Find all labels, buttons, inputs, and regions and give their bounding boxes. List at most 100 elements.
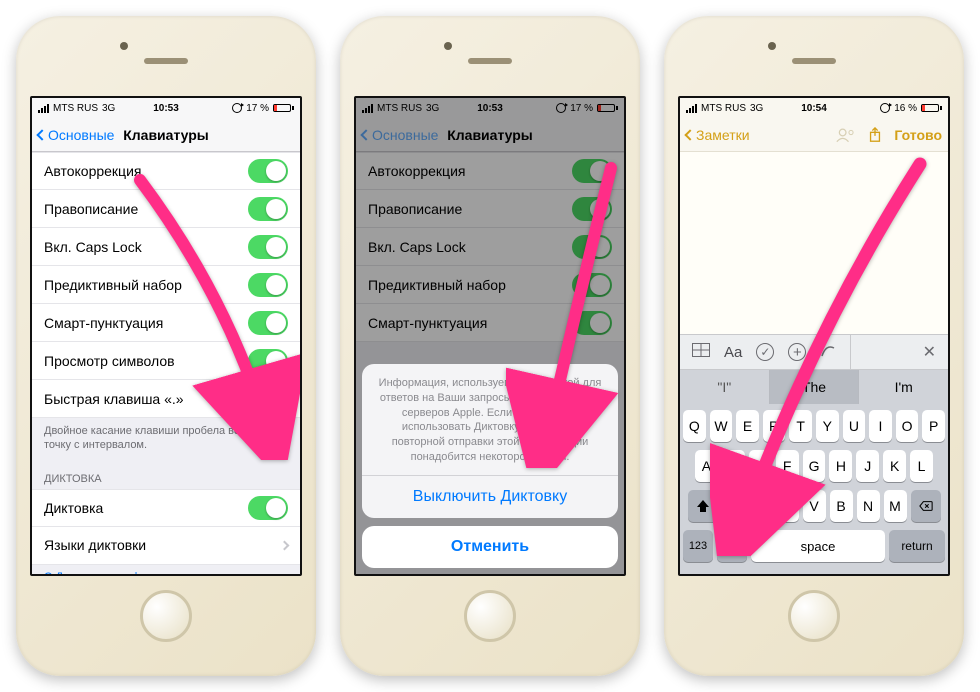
key-t[interactable]: T <box>789 410 812 442</box>
back-button[interactable]: Заметки <box>686 127 750 143</box>
key-v[interactable]: V <box>803 490 826 522</box>
settings-list[interactable]: Автокоррекция Правописание Вкл. Caps Loc… <box>32 152 300 574</box>
key-m[interactable]: M <box>884 490 907 522</box>
key-e[interactable]: E <box>736 410 759 442</box>
key-space[interactable]: space <box>751 530 885 562</box>
key-n[interactable]: N <box>857 490 880 522</box>
key-123[interactable]: 123 <box>683 530 713 562</box>
text-format-icon[interactable]: Aa <box>724 344 742 361</box>
key-row-1: Q W E R T Y U I O P <box>683 410 945 442</box>
disable-dictation-button[interactable]: Выключить Диктовку <box>362 475 618 518</box>
key-row-2: A S D F G H J K L <box>683 450 945 482</box>
phone-top <box>26 26 306 96</box>
carrier-label: MTS RUS <box>53 103 98 114</box>
predictive-bar: "I" The I'm <box>680 370 948 404</box>
speaker <box>468 58 512 64</box>
toggle-switch[interactable] <box>248 496 288 520</box>
battery-pct: 16 % <box>894 103 917 114</box>
row-spelling[interactable]: Правописание <box>32 190 300 228</box>
table-icon[interactable] <box>692 343 710 362</box>
row-label: Вкл. Caps Lock <box>44 239 142 255</box>
key-p[interactable]: P <box>922 410 945 442</box>
key-y[interactable]: Y <box>816 410 839 442</box>
key-r[interactable]: R <box>763 410 786 442</box>
key-i[interactable]: I <box>869 410 892 442</box>
checklist-icon[interactable]: ✓ <box>756 343 774 361</box>
back-label: Заметки <box>696 127 750 143</box>
back-label: Основные <box>48 127 114 143</box>
toggle-switch[interactable] <box>248 197 288 221</box>
key-z[interactable]: Z <box>722 490 745 522</box>
toggle-switch[interactable] <box>248 387 288 411</box>
predict-2[interactable]: The <box>769 370 859 404</box>
back-button[interactable]: Основные <box>38 127 114 143</box>
row-capslock[interactable]: Вкл. Caps Lock <box>32 228 300 266</box>
row-shortcut[interactable]: Быстрая клавиша «.» <box>32 380 300 418</box>
row-predictive[interactable]: Предиктивный набор <box>32 266 300 304</box>
key-return[interactable]: return <box>889 530 945 562</box>
row-dict-langs[interactable]: Языки диктовки <box>32 527 300 565</box>
phone-2: MTS RUS 3G 10:53 17 % Основные Клавиатур… <box>340 16 640 676</box>
network-label: 3G <box>750 103 763 114</box>
home-button[interactable] <box>140 590 192 642</box>
phone-top <box>674 26 954 96</box>
toggle-switch[interactable] <box>248 311 288 335</box>
done-button[interactable]: Готово <box>894 127 942 143</box>
key-b[interactable]: B <box>830 490 853 522</box>
front-camera <box>120 42 128 50</box>
cancel-button[interactable]: Отменить <box>362 526 618 568</box>
collaborate-icon[interactable] <box>836 127 856 143</box>
key-g[interactable]: G <box>803 450 826 482</box>
key-h[interactable]: H <box>829 450 852 482</box>
key-f[interactable]: F <box>776 450 799 482</box>
key-k[interactable]: K <box>883 450 906 482</box>
key-globe[interactable] <box>717 530 747 562</box>
key-c[interactable]: C <box>776 490 799 522</box>
key-q[interactable]: Q <box>683 410 706 442</box>
toggle-switch[interactable] <box>248 159 288 183</box>
privacy-link[interactable]: О Диктовке и конфиденциальности… <box>32 565 300 574</box>
key-shift[interactable] <box>688 490 718 522</box>
row-smartpunct[interactable]: Смарт-пунктуация <box>32 304 300 342</box>
draw-icon[interactable] <box>820 342 836 363</box>
key-j[interactable]: J <box>856 450 879 482</box>
row-label: Просмотр символов <box>44 353 175 369</box>
note-body[interactable]: Aa ✓ + ✕ "I" The I'm Q W E <box>680 152 948 574</box>
toggle-switch[interactable] <box>248 349 288 373</box>
share-icon[interactable] <box>868 127 882 143</box>
predict-3[interactable]: I'm <box>858 370 948 404</box>
row-dictation[interactable]: Диктовка <box>32 489 300 527</box>
section-header-dictation: ДИКТОВКА <box>32 459 300 489</box>
key-backspace[interactable] <box>911 490 941 522</box>
phone-1: MTS RUS 3G 10:53 17 % Основные Клавиатур… <box>16 16 316 676</box>
row-label: Смарт-пунктуация <box>44 315 163 331</box>
chevron-left-icon <box>684 129 695 140</box>
key-u[interactable]: U <box>843 410 866 442</box>
key-w[interactable]: W <box>710 410 733 442</box>
home-button[interactable] <box>464 590 516 642</box>
key-l[interactable]: L <box>910 450 933 482</box>
format-toolbar: Aa ✓ + ✕ <box>680 334 948 370</box>
add-icon[interactable]: + <box>788 343 806 361</box>
predict-1[interactable]: "I" <box>680 370 769 404</box>
row-charpreview[interactable]: Просмотр символов <box>32 342 300 380</box>
key-a[interactable]: A <box>695 450 718 482</box>
key-x[interactable]: X <box>749 490 772 522</box>
row-autocorrect[interactable]: Автокоррекция <box>32 152 300 190</box>
speaker <box>144 58 188 64</box>
network-label: 3G <box>102 103 115 114</box>
phone-3: MTS RUS 3G 10:54 16 % Заметки Готово <box>664 16 964 676</box>
battery-icon <box>273 104 294 112</box>
close-format-icon[interactable]: ✕ <box>923 342 936 362</box>
toggle-switch[interactable] <box>248 273 288 297</box>
screen-3: MTS RUS 3G 10:54 16 % Заметки Готово <box>678 96 950 576</box>
home-button[interactable] <box>788 590 840 642</box>
signal-icon <box>686 104 697 113</box>
key-row-4: 123 space return <box>683 530 945 562</box>
key-o[interactable]: O <box>896 410 919 442</box>
screen-2: MTS RUS 3G 10:53 17 % Основные Клавиатур… <box>354 96 626 576</box>
toggle-switch[interactable] <box>248 235 288 259</box>
key-d[interactable]: D <box>749 450 772 482</box>
key-s[interactable]: S <box>722 450 745 482</box>
sheet-message: Информация, используемая Диктовкой для о… <box>362 364 618 475</box>
